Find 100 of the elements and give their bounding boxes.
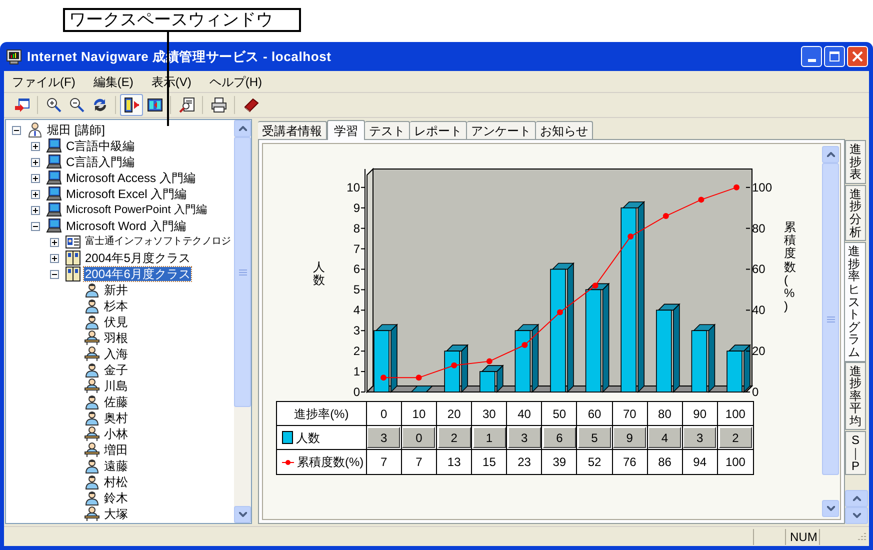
bar-depth-drawing: [480, 364, 504, 393]
table-cell: 6: [542, 427, 576, 448]
side-tab[interactable]: 進捗率ヒストグラム: [845, 242, 866, 362]
table-cell: 39: [542, 450, 578, 474]
tab[interactable]: お知らせ: [536, 121, 593, 139]
tree-item[interactable]: C言語中級編: [65, 139, 136, 153]
tree-item[interactable]: 佐藤: [103, 395, 129, 409]
menu-item[interactable]: 編集(E): [91, 72, 136, 90]
tree-item[interactable]: 金子: [103, 363, 129, 377]
student-icon: [84, 490, 100, 506]
minimize-button[interactable]: [801, 46, 822, 67]
tree-item[interactable]: 遠藤: [103, 459, 129, 473]
axis-tick-label: 20: [752, 344, 766, 358]
tree-item[interactable]: 鈴木: [103, 491, 129, 505]
tab[interactable]: テスト: [365, 121, 410, 139]
bar-depth-drawing: [375, 324, 398, 393]
tree-item[interactable]: 堀田 [講師]: [46, 123, 106, 137]
tree-item[interactable]: 川島: [103, 379, 129, 393]
computer-icon: [46, 186, 62, 202]
collapse-toggle[interactable]: [50, 270, 59, 278]
expand-toggle[interactable]: [31, 174, 40, 182]
tab[interactable]: 学習: [327, 120, 365, 140]
table-cell: 0: [402, 427, 436, 448]
tree-item[interactable]: C言語入門編: [65, 155, 136, 169]
menu-item[interactable]: ヘルプ(H): [207, 72, 264, 90]
axis-tick-label: 0: [752, 385, 759, 399]
bar-depth-drawing: [446, 344, 469, 393]
status-indicator: NUM: [785, 528, 819, 544]
scroll-down-button[interactable]: [822, 500, 839, 517]
tree-item[interactable]: Microsoft Excel 入門編: [65, 187, 188, 201]
scroll-up-button[interactable]: [822, 146, 839, 163]
tab-scroll-down-button[interactable]: [845, 507, 868, 524]
scroll-thumb[interactable]: [234, 137, 251, 407]
tree-item[interactable]: 羽根: [103, 331, 129, 345]
resize-grip-icon[interactable]: [855, 530, 867, 542]
expand-toggle[interactable]: [50, 254, 59, 262]
expand-toggle[interactable]: [50, 238, 59, 246]
axis-tick-label: 9: [353, 200, 360, 215]
close-button[interactable]: [847, 46, 868, 67]
data-point: [416, 374, 422, 381]
scroll-down-button[interactable]: [234, 506, 251, 523]
side-tab[interactable]: S｜P: [845, 431, 866, 476]
tree-item[interactable]: 増田: [103, 443, 129, 457]
teacher-icon: [27, 122, 43, 138]
tab-scroll-up-button[interactable]: [845, 490, 868, 507]
tree-item[interactable]: 2004年5月度クラス: [84, 251, 192, 265]
menu-item[interactable]: ファイル(F): [10, 72, 78, 90]
tree-item[interactable]: Microsoft Word 入門編: [65, 219, 187, 233]
tab[interactable]: アンケート: [467, 121, 536, 139]
axis-tick-label: 80: [752, 221, 766, 236]
scroll-thumb[interactable]: [822, 163, 839, 475]
expand-toggle[interactable]: [31, 206, 40, 214]
tree-item[interactable]: 2004年6月度クラス: [84, 267, 192, 281]
table-cell: 70: [612, 402, 648, 425]
axis-title: 累積度数(%): [784, 221, 796, 316]
computer-icon: [46, 218, 62, 234]
expand-toggle[interactable]: [31, 190, 40, 198]
tree-item[interactable]: 伏見: [103, 315, 129, 329]
tree-item[interactable]: 富士通インフォソフトテクノロジ: [84, 235, 232, 249]
tree-item[interactable]: 奥村: [103, 411, 129, 425]
student-at-desk-icon: [84, 378, 100, 394]
side-tab[interactable]: 進捗率平均: [845, 362, 866, 430]
student-icon: [84, 458, 100, 474]
expand-toggle[interactable]: [31, 142, 40, 150]
axis-tick-label: 2: [353, 344, 360, 358]
tree-item[interactable]: 新井: [103, 283, 129, 297]
table-cell: 50: [542, 402, 578, 425]
toolbar-button[interactable]: [120, 94, 143, 116]
student-at-desk-icon: [84, 442, 100, 458]
minimize-icon: [808, 59, 816, 62]
tree-item[interactable]: 杉本: [103, 299, 129, 313]
tree-item[interactable]: 大塚: [103, 507, 129, 521]
data-point: [486, 358, 492, 364]
data-point: [628, 234, 634, 240]
tree-item[interactable]: 入海: [103, 347, 129, 361]
tree-item[interactable]: 村松: [103, 475, 129, 489]
legend-label: 累積度数(%): [297, 454, 364, 471]
scrollbar[interactable]: [822, 146, 839, 517]
student-at-desk-icon: [84, 426, 100, 442]
data-point: [380, 374, 386, 381]
side-tab[interactable]: 進捗分析: [845, 184, 866, 242]
maximize-button[interactable]: [824, 46, 845, 67]
expand-toggle[interactable]: [31, 158, 40, 166]
computer-icon: [46, 138, 62, 154]
side-tab[interactable]: 進捗表: [845, 140, 866, 184]
tree-item[interactable]: Microsoft PowerPoint 入門編: [65, 203, 208, 217]
table-cell: 30: [472, 402, 508, 425]
axis-tick-label: 10: [346, 180, 360, 194]
tab[interactable]: 受講者情報: [258, 121, 327, 139]
tab[interactable]: レポート: [410, 121, 467, 139]
tree-item[interactable]: 小林: [103, 427, 129, 441]
scrollbar[interactable]: [234, 120, 251, 523]
scroll-up-button[interactable]: [234, 120, 251, 137]
table-cell: 7: [366, 450, 402, 474]
collapse-toggle[interactable]: [12, 126, 21, 134]
table-header: 進捗率(%): [277, 402, 367, 425]
table-cell: 94: [682, 450, 718, 474]
axis-tick-label: 100: [752, 180, 772, 194]
collapse-toggle[interactable]: [31, 222, 40, 230]
tree-item[interactable]: Microsoft Access 入門編: [65, 171, 196, 185]
